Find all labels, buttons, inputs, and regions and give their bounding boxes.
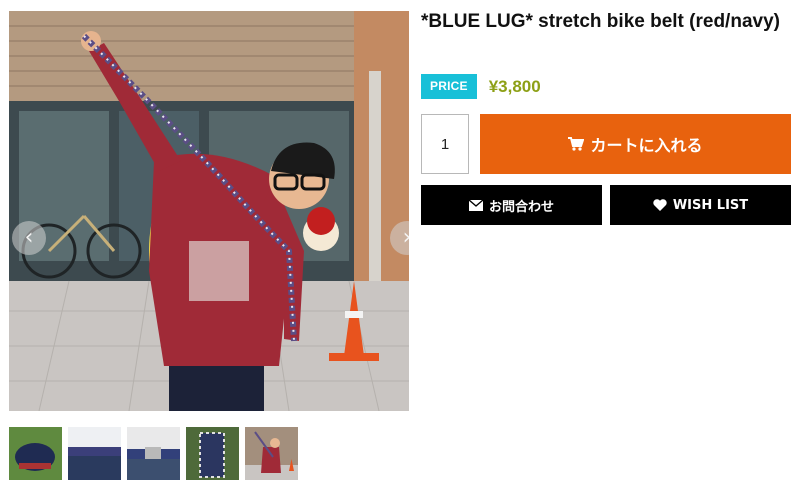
cart-icon: [568, 137, 585, 151]
thumbnail-2[interactable]: [68, 427, 121, 480]
wish-list-button[interactable]: WISH LIST: [610, 185, 791, 225]
add-to-cart-button[interactable]: カートに入れる: [480, 114, 791, 174]
thumbnail-1[interactable]: [9, 427, 62, 480]
inquiry-button[interactable]: お問合わせ: [421, 185, 602, 225]
price-badge: PRICE: [421, 74, 477, 99]
price-value: ¥3,800: [488, 76, 541, 96]
thumbnail-3[interactable]: [127, 427, 180, 480]
inquiry-label: お問合わせ: [488, 199, 554, 215]
main-product-image[interactable]: ‹ ›: [9, 11, 409, 411]
heart-icon: [653, 199, 667, 211]
quantity-input[interactable]: [421, 114, 469, 174]
main-photo-graphic: [9, 11, 409, 411]
thumbnail-4[interactable]: [186, 427, 239, 480]
chevron-right-icon: ›: [403, 227, 409, 249]
thumbnail-strip: [9, 427, 298, 480]
price-row: PRICE ¥3,800: [421, 74, 541, 99]
gallery-prev-button[interactable]: ‹: [12, 221, 46, 255]
product-page: ‹ › *BLUE LUG* stretch bike belt (red/na…: [0, 0, 805, 489]
thumbnail-5[interactable]: [245, 427, 298, 480]
chevron-left-icon: ‹: [24, 225, 34, 250]
wish-list-label: WISH LIST: [672, 197, 749, 213]
add-to-cart-label: カートに入れる: [590, 136, 703, 155]
envelope-icon: [468, 199, 483, 211]
product-title: *BLUE LUG* stretch bike belt (red/navy): [421, 11, 780, 32]
